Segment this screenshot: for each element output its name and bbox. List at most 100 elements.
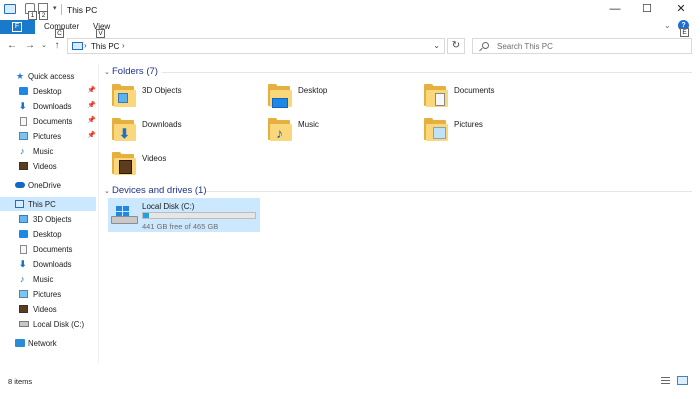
collapse-folders-icon[interactable]: ⌄ <box>104 68 110 76</box>
search-placeholder: Search This PC <box>497 42 553 51</box>
downloads-folder-icon: ⬇ <box>112 118 136 142</box>
title-separator <box>61 4 62 15</box>
minimize-button[interactable]: — <box>598 0 632 20</box>
breadcrumb-separator[interactable]: › <box>84 41 87 50</box>
nav-quick-pictures[interactable]: Pictures 📌 <box>0 129 96 143</box>
close-button[interactable]: ✕ <box>664 0 698 20</box>
title-bar: 1 2 ▾ This PC — ☐ ✕ <box>0 0 700 20</box>
nav-label: Downloads <box>33 260 72 269</box>
computer-icon <box>15 200 24 208</box>
nav-pc-music[interactable]: ♪ Music <box>0 272 96 286</box>
nav-label: Documents <box>33 245 73 254</box>
pictures-folder-icon <box>424 118 448 142</box>
back-button[interactable]: ← <box>6 39 18 53</box>
nav-this-pc[interactable]: This PC <box>0 197 96 211</box>
folder-label: Downloads <box>142 120 182 129</box>
file-tab[interactable]: F <box>0 20 35 34</box>
3d-objects-icon <box>19 215 28 223</box>
folder-tile-videos[interactable]: Videos <box>112 150 262 180</box>
desktop-icon <box>19 230 28 238</box>
address-bar[interactable]: › This PC › ⌄ <box>67 38 445 54</box>
forward-button[interactable]: → <box>24 39 36 53</box>
nav-label: Pictures <box>33 132 62 141</box>
nav-pc-desktop[interactable]: Desktop <box>0 227 96 241</box>
this-pc-icon[interactable] <box>4 4 16 14</box>
group-divider <box>162 72 692 73</box>
breadcrumb-separator[interactable]: › <box>122 41 125 50</box>
desktop-folder-icon <box>268 84 292 108</box>
folder-tile-desktop[interactable]: Desktop <box>268 82 418 112</box>
network-icon <box>15 339 25 347</box>
documents-icon <box>20 245 27 254</box>
folder-tile-documents[interactable]: Documents <box>424 82 574 112</box>
drive-name: Local Disk (C:) <box>142 202 195 211</box>
nav-label: This PC <box>28 200 56 209</box>
folder-tile-music[interactable]: ♪ Music <box>268 116 418 146</box>
large-icons-view-icon[interactable] <box>677 376 688 385</box>
expand-ribbon-icon[interactable]: ⌄ <box>664 21 671 30</box>
nav-label: Music <box>33 147 54 156</box>
documents-icon <box>20 117 27 126</box>
keytip-2: 2 <box>39 11 48 20</box>
details-view-icon[interactable] <box>661 376 672 385</box>
windows-logo-icon <box>116 206 129 216</box>
nav-label: Music <box>33 275 54 284</box>
nav-label: Pictures <box>33 290 62 299</box>
up-button[interactable]: ↑ <box>51 39 63 53</box>
downloads-icon: ⬇ <box>19 259 27 269</box>
pane-divider[interactable] <box>98 64 99 364</box>
nav-quick-music[interactable]: ♪ Music <box>0 144 96 158</box>
nav-label: Videos <box>33 162 57 171</box>
group-divider <box>206 191 692 192</box>
3d-objects-folder-icon <box>112 84 136 108</box>
nav-label: 3D Objects <box>33 215 72 224</box>
recent-locations-button[interactable]: ⌄ <box>38 39 50 53</box>
devices-group-header[interactable]: Devices and drives (1) <box>112 185 207 196</box>
ribbon-tabs: F Computer C View V ⌄ ? E <box>0 20 700 38</box>
keytip-1: 1 <box>28 11 37 20</box>
nav-pc-documents[interactable]: Documents <box>0 242 96 256</box>
status-item-count: 8 items <box>8 377 33 386</box>
nav-quick-desktop[interactable]: Desktop 📌 <box>0 84 96 98</box>
nav-pc-videos[interactable]: Videos <box>0 302 96 316</box>
drive-icon <box>111 206 138 224</box>
drive-tile-local-disk[interactable]: Local Disk (C:) 441 GB free of 465 GB <box>108 198 260 232</box>
videos-icon <box>19 305 28 313</box>
nav-pc-local-disk[interactable]: Local Disk (C:) <box>0 317 96 331</box>
nav-quick-documents[interactable]: Documents 📌 <box>0 114 96 128</box>
drive-usage-bar <box>142 212 256 219</box>
nav-label: OneDrive <box>28 181 61 190</box>
search-input[interactable]: Search This PC <box>472 38 692 54</box>
folder-label: 3D Objects <box>142 86 182 95</box>
folder-tile-3d-objects[interactable]: 3D Objects <box>112 82 262 112</box>
desktop-icon <box>19 87 28 95</box>
collapse-devices-icon[interactable]: ⌄ <box>104 187 110 195</box>
folder-label: Videos <box>142 154 167 163</box>
pin-icon: 📌 <box>87 102 96 109</box>
window-title: This PC <box>67 5 98 15</box>
folder-tile-downloads[interactable]: ⬇ Downloads <box>112 116 262 146</box>
customize-quick-access-icon[interactable]: ▾ <box>53 4 57 12</box>
nav-label: Quick access <box>28 72 75 81</box>
drive-usage-fill <box>143 213 149 218</box>
address-dropdown-icon[interactable]: ⌄ <box>433 41 440 50</box>
address-row: ← → ⌄ ↑ › This PC › ⌄ ↻ Search This PC <box>0 36 700 56</box>
folder-label: Desktop <box>298 86 328 95</box>
cloud-icon <box>15 182 25 188</box>
breadcrumb-this-pc[interactable]: This PC <box>91 42 119 51</box>
refresh-button[interactable]: ↻ <box>447 38 465 54</box>
downloads-icon: ⬇ <box>19 101 27 111</box>
nav-pc-3d-objects[interactable]: 3D Objects <box>0 212 96 226</box>
pin-icon: 📌 <box>87 117 96 124</box>
nav-onedrive[interactable]: OneDrive <box>0 178 96 192</box>
nav-quick-access[interactable]: ★ Quick access <box>0 69 96 83</box>
nav-label: Desktop <box>33 87 62 96</box>
nav-quick-videos[interactable]: Videos <box>0 159 96 173</box>
nav-quick-downloads[interactable]: ⬇ Downloads 📌 <box>0 99 96 113</box>
folder-tile-pictures[interactable]: Pictures <box>424 116 574 146</box>
maximize-button[interactable]: ☐ <box>630 0 664 20</box>
nav-network[interactable]: Network <box>0 336 96 350</box>
folders-group-header[interactable]: Folders (7) <box>112 66 158 77</box>
nav-pc-downloads[interactable]: ⬇ Downloads <box>0 257 96 271</box>
nav-pc-pictures[interactable]: Pictures <box>0 287 96 301</box>
